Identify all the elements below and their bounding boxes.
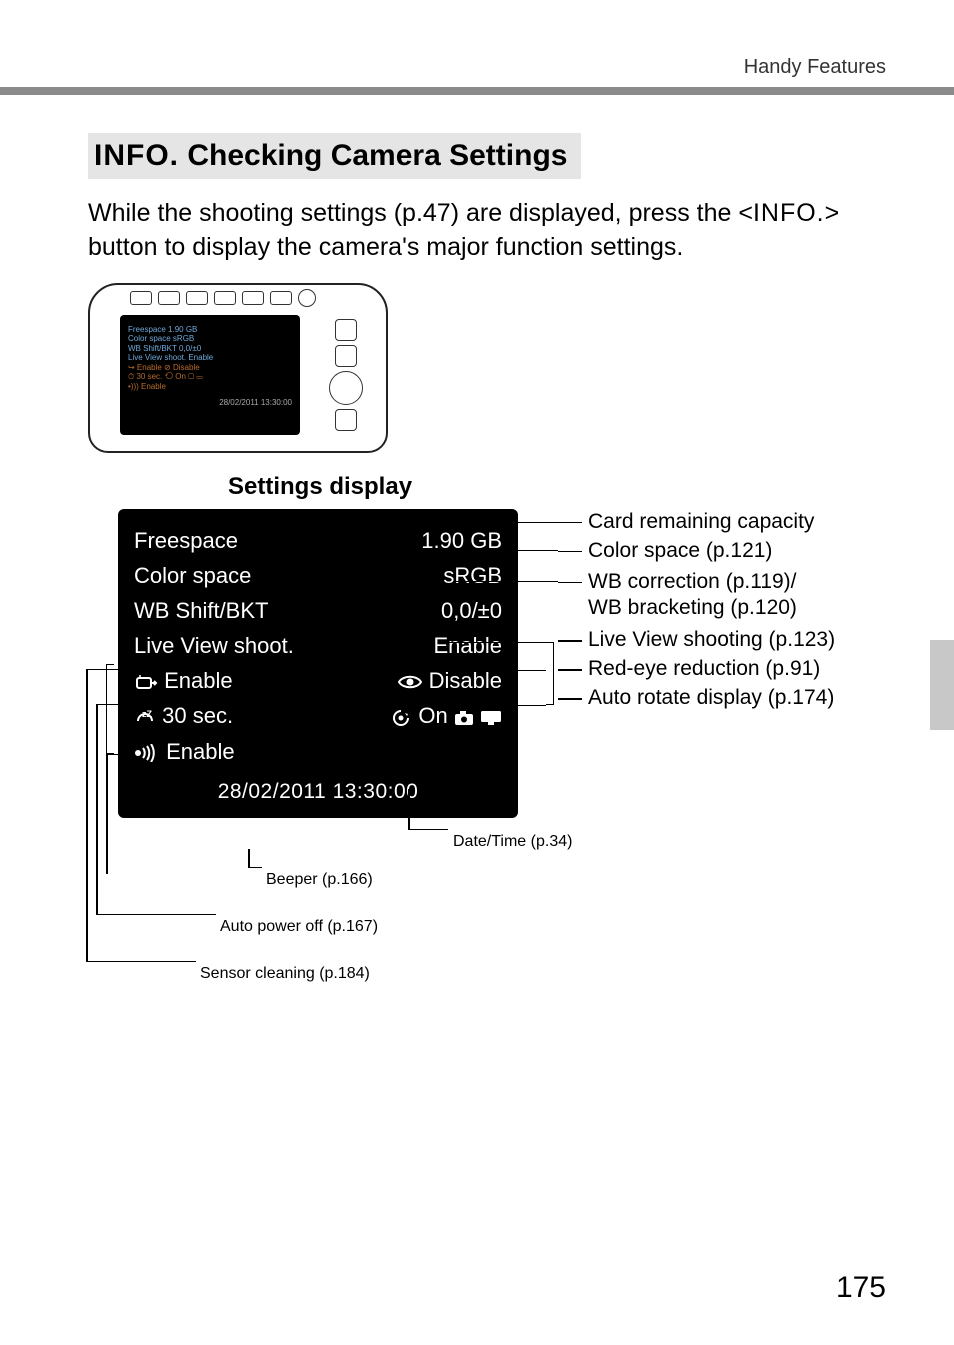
- callout-wb-b: WB bracketing (p.120): [588, 596, 797, 619]
- power-off-icon: zZ: [134, 707, 156, 729]
- section-heading: INFO. Checking Camera Settings: [88, 133, 581, 179]
- row-liveview-label: Live View shoot.: [134, 628, 294, 663]
- para-info-inline: INFO.: [753, 199, 825, 227]
- side-tab: [930, 640, 954, 730]
- para-line1c: >: [825, 199, 840, 227]
- callout-wb-a: WB correction (p.119)/: [588, 570, 797, 593]
- callout-redeye: Red-eye reduction (p.91): [558, 658, 835, 679]
- settings-diagram: Freespace 1.90 GB Color space sRGB WB Shif…: [88, 509, 886, 1079]
- callout-card-capacity: Card remaining capacity: [558, 511, 835, 532]
- intro-paragraph: While the shooting settings (p.47) are d…: [88, 197, 886, 265]
- info-prefix: INFO.: [94, 139, 179, 172]
- auto-rotate-icon: [390, 708, 412, 728]
- row-sensorclean: Enable: [134, 663, 233, 698]
- camera-lcd-thumb: Freespace 1.90 GB Color space sRGB WB Sh…: [120, 315, 300, 435]
- redeye-icon: [397, 673, 423, 691]
- row-beeper: Enable: [134, 734, 235, 769]
- sensor-clean-icon: [134, 672, 158, 692]
- callout-sensor: Sensor cleaning (p.184): [200, 965, 370, 983]
- header-divider: [88, 87, 886, 95]
- row-poweroff: zZ 30 sec.: [134, 698, 233, 733]
- row-colorspace-label: Color space: [134, 558, 251, 593]
- section-title: Checking Camera Settings: [187, 139, 567, 172]
- callout-color-space: Color space (p.121): [558, 540, 835, 561]
- callout-autorotate: Auto rotate display (p.174): [558, 687, 835, 708]
- breadcrumb: Handy Features: [88, 56, 886, 79]
- page-number: 175: [836, 1271, 886, 1305]
- row-liveview-value: Enable: [433, 628, 502, 663]
- callout-poweroff: Auto power off (p.167): [220, 918, 378, 936]
- beeper-icon: [134, 744, 160, 762]
- settings-display-heading: Settings display: [228, 473, 886, 501]
- para-line1a: While the shooting settings (p.47) are d…: [88, 199, 753, 227]
- callout-liveview: Live View shooting (p.123): [558, 629, 835, 650]
- callout-wb: WB correction (p.119)/ WB bracketing (p.…: [558, 569, 835, 622]
- panel-datetime: 28/02/2011 13:30:00: [134, 775, 502, 809]
- svg-text:zZ: zZ: [142, 709, 153, 719]
- row-sensorclean-text: Enable: [164, 668, 233, 693]
- row-autorotate-text: On: [418, 703, 447, 728]
- row-wb-value: 0,0/±0: [441, 593, 502, 628]
- row-poweroff-text: 30 sec.: [162, 703, 233, 728]
- camera-small-icon: [454, 710, 474, 726]
- monitor-small-icon: [480, 710, 502, 726]
- row-beeper-text: Enable: [166, 739, 235, 764]
- callout-datetime: Date/Time (p.34): [453, 833, 572, 851]
- row-redeye-text: Disable: [429, 668, 502, 693]
- camera-illustration: Freespace 1.90 GB Color space sRGB WB Sh…: [88, 283, 388, 453]
- settings-panel: Freespace 1.90 GB Color space sRGB WB Shif…: [118, 509, 518, 819]
- row-freespace-value: 1.90 GB: [421, 523, 502, 558]
- row-wb-label: WB Shift/BKT: [134, 593, 268, 628]
- row-freespace-label: Freespace: [134, 523, 238, 558]
- row-colorspace-value: sRGB: [443, 558, 502, 593]
- callout-beeper: Beeper (p.166): [266, 871, 373, 889]
- para-line2: button to display the camera's major fun…: [88, 233, 683, 261]
